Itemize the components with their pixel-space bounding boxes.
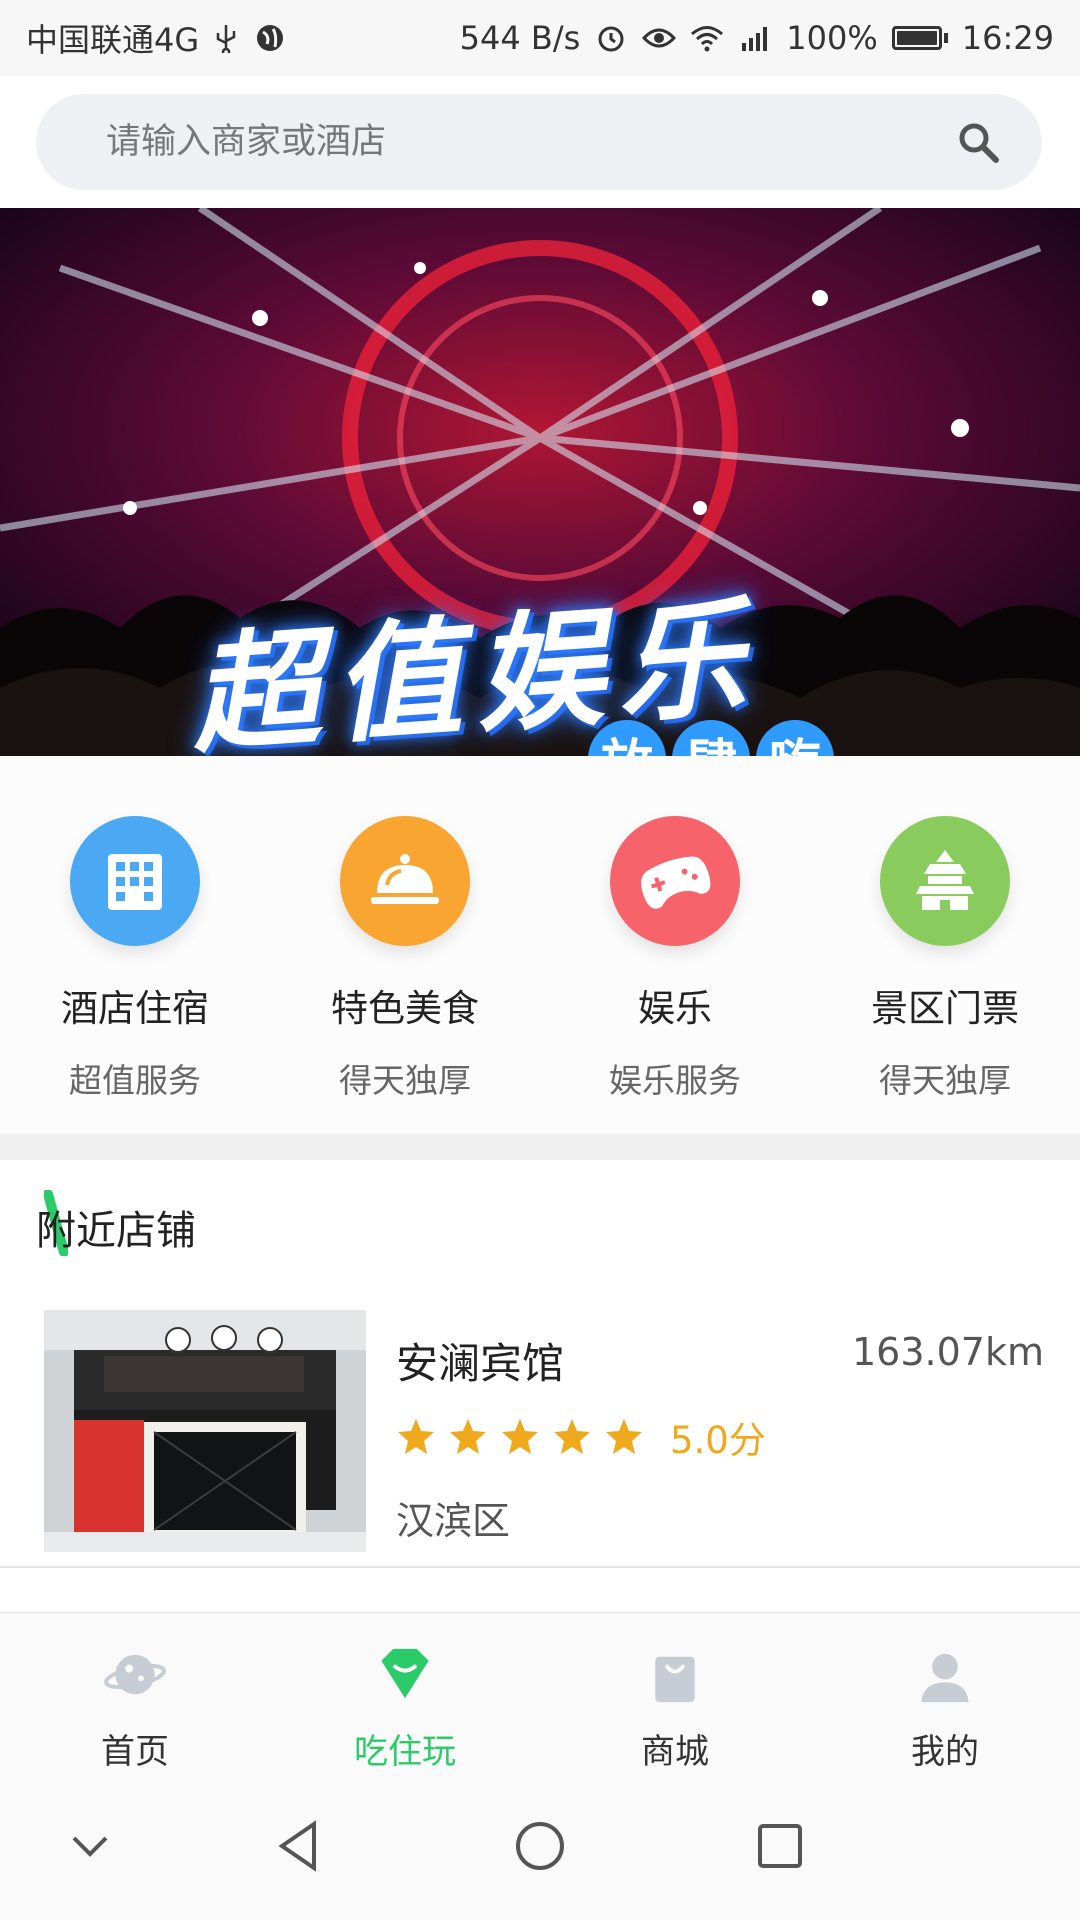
alarm-icon [594, 21, 628, 55]
store-distance: 163.07km [852, 1330, 1044, 1374]
eye-icon [642, 21, 677, 55]
tab-label: 我的 [911, 1732, 979, 1772]
star-icon [554, 1419, 590, 1454]
temple-icon[interactable] [880, 816, 1010, 946]
banner-subtitle-char: 嗨 [756, 720, 834, 756]
user-icon[interactable] [913, 1643, 977, 1706]
store-name[interactable]: 安澜宾馆 [396, 1330, 564, 1391]
category-entertainment[interactable]: 娱乐 娱乐服务 [540, 756, 810, 1134]
signal-icon [738, 21, 772, 55]
category-grid: 酒店住宿 超值服务 特色美食 得天独厚 娱乐 娱乐服务 景区门票 得天独厚 [0, 756, 1080, 1134]
promo-banner[interactable]: 超值娱乐 放 肆 嗨 [0, 208, 1080, 756]
star-icon [450, 1419, 486, 1454]
category-hotel[interactable]: 酒店住宿 超值服务 [0, 756, 270, 1134]
category-title: 酒店住宿 [61, 987, 209, 1030]
carrier-label: 中国联通4G [26, 21, 200, 59]
star-icon [398, 1419, 434, 1454]
list-divider [0, 1566, 1080, 1568]
bottom-tab-bar: 首页 吃住玩 商城 我的 [0, 1612, 1080, 1773]
nearby-stores-section: 附近店铺 安澜宾馆 163.07km 5.0分 汉滨区 [0, 1160, 1080, 1612]
category-title: 特色美食 [331, 987, 479, 1030]
tab-eat-stay-play[interactable]: 吃住玩 [270, 1613, 540, 1773]
tab-label: 吃住玩 [354, 1732, 456, 1772]
store-card[interactable]: 安澜宾馆 163.07km 5.0分 汉滨区 [0, 1310, 1080, 1566]
store-district: 汉滨区 [396, 1499, 511, 1543]
banner-subtitle-char: 放 [588, 720, 666, 756]
gamepad-icon[interactable] [610, 816, 740, 946]
tab-label: 商城 [641, 1732, 709, 1772]
category-title: 娱乐 [638, 987, 712, 1030]
category-scenic-tickets[interactable]: 景区门票 得天独厚 [810, 756, 1080, 1134]
star-icon [606, 1419, 642, 1454]
recent-apps-square-icon[interactable] [750, 1816, 810, 1876]
battery-icon [891, 26, 948, 50]
chevron-down-icon[interactable] [60, 1816, 120, 1876]
status-bar: 中国联通4G 544 B/s 100% 16:29 [0, 0, 1080, 76]
network-speed: 544 B/s [459, 19, 581, 57]
store-score: 5.0分 [670, 1419, 766, 1462]
search-icon[interactable] [954, 118, 1002, 166]
tab-label: 首页 [101, 1732, 169, 1772]
shopping-bag-icon[interactable] [643, 1643, 707, 1706]
category-subtitle: 得天独厚 [339, 1061, 471, 1100]
banner-subtitle-char: 肆 [672, 720, 750, 756]
store-photo[interactable] [44, 1310, 366, 1552]
tab-profile[interactable]: 我的 [810, 1613, 1080, 1773]
search-bar-container [0, 76, 1080, 208]
planet-icon[interactable] [103, 1643, 167, 1706]
clock: 16:29 [961, 19, 1054, 57]
star-icon [502, 1419, 538, 1454]
building-icon[interactable] [70, 816, 200, 946]
diamond-icon[interactable] [373, 1643, 437, 1706]
category-subtitle: 娱乐服务 [609, 1061, 741, 1100]
search-input[interactable] [104, 121, 954, 163]
store-rating: 5.0分 [396, 1410, 766, 1464]
banner-subtitle: 放 肆 嗨 [588, 720, 834, 756]
food-cloche-icon[interactable] [340, 816, 470, 946]
category-title: 景区门票 [871, 987, 1019, 1030]
tab-home[interactable]: 首页 [0, 1613, 270, 1773]
category-food[interactable]: 特色美食 得天独厚 [270, 756, 540, 1134]
globe-icon [253, 21, 287, 55]
section-divider [0, 1134, 1080, 1160]
search-box[interactable] [36, 94, 1042, 190]
section-title: 附近店铺 [36, 1208, 196, 1254]
category-subtitle: 超值服务 [69, 1061, 201, 1100]
wifi-icon [690, 21, 724, 55]
home-circle-icon[interactable] [510, 1816, 570, 1876]
battery-percent: 100% [786, 19, 878, 57]
back-triangle-icon[interactable] [270, 1816, 330, 1876]
usb-icon [209, 21, 243, 55]
category-subtitle: 得天独厚 [879, 1061, 1011, 1100]
tab-mall[interactable]: 商城 [540, 1613, 810, 1773]
system-navigation-bar [0, 1772, 1080, 1920]
